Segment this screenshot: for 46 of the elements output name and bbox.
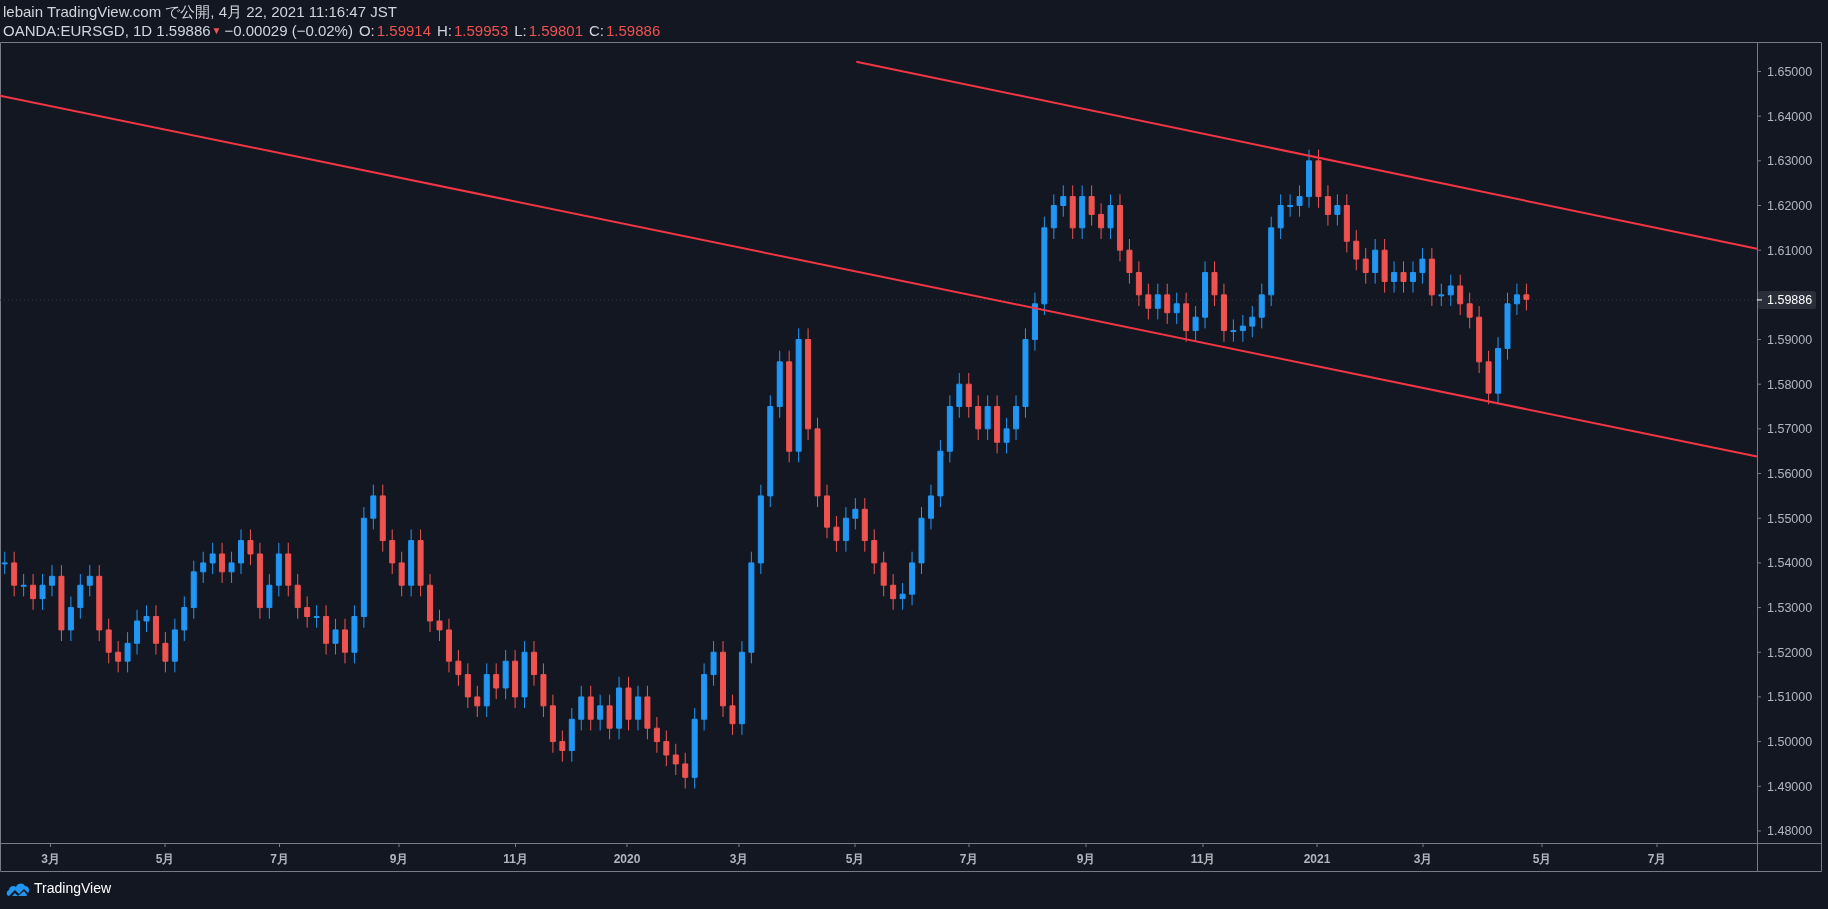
- ohlc-value: 1.59886: [606, 21, 661, 40]
- date-label: 3月: [41, 852, 60, 866]
- ohlc-value: 1.59953: [454, 21, 509, 40]
- date-label: 7月: [959, 852, 979, 866]
- date-label: 2020: [613, 852, 641, 866]
- price-change: −0.00029 (−0.02%): [224, 21, 353, 40]
- date-label: 5月: [845, 852, 865, 866]
- price-label: 1.62000: [1767, 199, 1813, 213]
- price-label: 1.53000: [1767, 601, 1813, 616]
- ohlc-label: L:: [514, 21, 527, 40]
- date-label: 9月: [389, 852, 409, 866]
- last-price-tag: 1.59886: [1758, 290, 1816, 309]
- price-label: 1.49000: [1767, 779, 1813, 794]
- ohlc-value: 1.59801: [528, 21, 583, 40]
- date-label: 5月: [1532, 852, 1552, 866]
- price-label: 1.55000: [1767, 511, 1813, 526]
- price-label: 1.58000: [1767, 377, 1813, 392]
- price-label: 1.59000: [1767, 333, 1813, 348]
- price-label: 1.61000: [1767, 243, 1813, 258]
- date-label: 5月: [155, 852, 175, 866]
- symbol-info: OANDA:EURSGD, 1D 1.59886: [3, 21, 211, 40]
- date-label: 3月: [729, 852, 749, 866]
- price-label: 1.54000: [1767, 556, 1813, 571]
- ohlc-label: H:: [437, 21, 452, 40]
- publish-info: lebain TradingView.com で公開, 4月 22, 2021 11:16:47 JST: [3, 2, 397, 21]
- down-arrow-icon: ▼: [211, 21, 222, 40]
- date-label: 11月: [503, 852, 528, 866]
- price-label: 1.52000: [1767, 645, 1813, 660]
- date-label: 7月: [1647, 852, 1667, 866]
- price-label: 1.48000: [1767, 824, 1813, 839]
- price-label: 1.63000: [1767, 154, 1813, 169]
- date-label: 2021: [1303, 852, 1331, 866]
- date-label: 11月: [1190, 852, 1216, 866]
- price-label: 1.51000: [1767, 690, 1813, 705]
- ohlc-label: O:: [358, 21, 375, 40]
- ohlc-value: 1.59914: [376, 21, 431, 40]
- date-label: 3月: [1413, 852, 1433, 866]
- price-label: 1.65000: [1767, 65, 1813, 79]
- ohlc-label: C:: [589, 21, 604, 40]
- price-label: 1.56000: [1767, 467, 1813, 482]
- price-label: 1.50000: [1767, 735, 1813, 750]
- date-label: 9月: [1076, 852, 1096, 866]
- price-label: 1.64000: [1767, 109, 1813, 124]
- date-label: 7月: [270, 852, 289, 866]
- price-label: 1.57000: [1767, 422, 1813, 437]
- brand-name: TradingView: [34, 879, 112, 898]
